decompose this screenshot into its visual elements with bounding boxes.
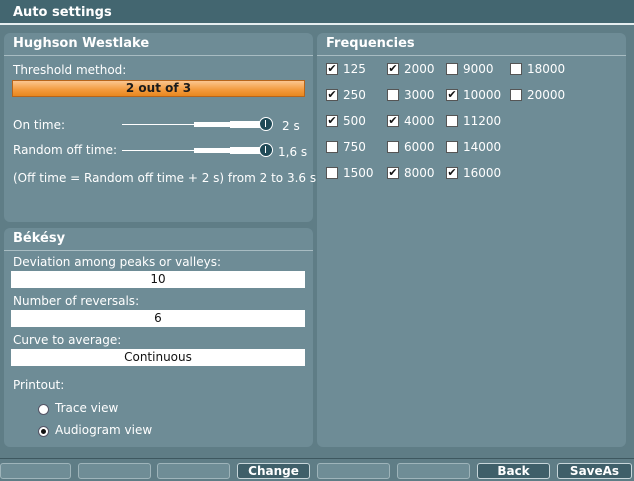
frequency-label: 10000 — [463, 88, 502, 102]
slider-knob[interactable] — [259, 143, 273, 157]
frequency-label: 500 — [343, 114, 366, 128]
on-time-value: 2 s — [282, 119, 300, 133]
slider-track — [122, 150, 196, 151]
frequency-checkbox[interactable] — [446, 115, 458, 127]
frequency-label: 750 — [343, 140, 366, 154]
frequency-label: 8000 — [404, 166, 435, 180]
frequency-label: 250 — [343, 88, 366, 102]
frequency-checkbox[interactable] — [446, 63, 458, 75]
frequency-label: 18000 — [527, 62, 566, 76]
frequency-label: 3000 — [404, 88, 435, 102]
reversals-field[interactable]: 6 — [11, 310, 305, 327]
frequency-label: 4000 — [404, 114, 435, 128]
off-time-note: (Off time = Random off time + 2 s) from … — [13, 171, 317, 185]
frequencies-panel: Frequencies ✔ 125 ✔ 2000 9000 18000 ✔ 250 3000 ✔ 1… — [317, 33, 626, 447]
slider-fill — [230, 121, 260, 128]
frequency-label: 11200 — [463, 114, 502, 128]
frequency-checkbox[interactable] — [510, 89, 522, 101]
frequency-label: 1500 — [343, 166, 374, 180]
panel-header: Frequencies — [317, 33, 626, 56]
toolbar-button-2[interactable] — [78, 463, 151, 479]
frequency-label: 6000 — [404, 140, 435, 154]
threshold-method-label: Threshold method: — [13, 63, 127, 77]
bottom-toolbar: Change Back SaveAs — [0, 458, 634, 481]
toolbar-button-5[interactable] — [317, 463, 390, 479]
back-button[interactable]: Back — [477, 463, 550, 479]
reversals-label: Number of reversals: — [13, 294, 140, 308]
frequency-checkbox[interactable] — [387, 89, 399, 101]
slider-fill — [194, 148, 230, 153]
saveas-button[interactable]: SaveAs — [557, 463, 632, 479]
curve-label: Curve to average: — [13, 333, 122, 347]
frequency-checkbox[interactable]: ✔ — [446, 167, 458, 179]
frequency-checkbox[interactable] — [387, 141, 399, 153]
panel-header: Hughson Westlake — [4, 33, 313, 56]
frequency-checkbox[interactable]: ✔ — [446, 89, 458, 101]
frequency-checkbox[interactable]: ✔ — [326, 89, 338, 101]
frequency-label: 16000 — [463, 166, 502, 180]
toolbar-button-1[interactable] — [0, 463, 71, 479]
audiogram-view-radio[interactable] — [38, 426, 49, 437]
frequency-label: 2000 — [404, 62, 435, 76]
frequency-label: 20000 — [527, 88, 566, 102]
audiogram-view-label: Audiogram view — [55, 423, 153, 437]
frequency-label: 9000 — [463, 62, 494, 76]
frequency-label: 14000 — [463, 140, 502, 154]
frequency-label: 125 — [343, 62, 366, 76]
deviation-field[interactable]: 10 — [11, 271, 305, 288]
frequency-checkbox[interactable] — [446, 141, 458, 153]
bekesy-title: Békésy — [13, 231, 66, 246]
toolbar-button-3[interactable] — [157, 463, 230, 479]
title-bar: Auto settings — [0, 0, 634, 25]
printout-label: Printout: — [13, 378, 65, 392]
bekesy-panel: Békésy Deviation among peaks or valleys:… — [4, 228, 313, 447]
hughson-westlake-panel: Hughson Westlake Threshold method: 2 out… — [4, 33, 317, 222]
window-title: Auto settings — [13, 5, 112, 20]
frequency-checkbox[interactable] — [326, 141, 338, 153]
frequency-checkbox[interactable]: ✔ — [387, 167, 399, 179]
deviation-label: Deviation among peaks or valleys: — [13, 255, 221, 269]
on-time-label: On time: — [13, 118, 66, 132]
panel-header: Békésy — [4, 228, 313, 251]
frequency-checkbox[interactable]: ✔ — [326, 63, 338, 75]
curve-field[interactable]: Continuous — [11, 349, 305, 366]
trace-view-radio[interactable] — [38, 404, 49, 415]
frequency-checkbox[interactable]: ✔ — [387, 115, 399, 127]
slider-knob[interactable] — [259, 117, 273, 131]
slider-fill — [194, 122, 230, 127]
frequencies-title: Frequencies — [326, 36, 415, 51]
random-off-time-value: 1,6 s — [278, 145, 308, 159]
slider-fill — [230, 147, 260, 154]
hughson-title: Hughson Westlake — [13, 36, 150, 51]
change-button[interactable]: Change — [237, 463, 310, 479]
frequency-checkbox[interactable] — [326, 167, 338, 179]
random-off-time-label: Random off time: — [13, 143, 118, 157]
frequency-checkbox[interactable]: ✔ — [387, 63, 399, 75]
toolbar-button-6[interactable] — [397, 463, 470, 479]
trace-view-label: Trace view — [55, 401, 119, 415]
threshold-method-select[interactable]: 2 out of 3 — [12, 80, 305, 97]
frequency-checkbox[interactable]: ✔ — [326, 115, 338, 127]
slider-track — [122, 124, 196, 125]
frequency-checkbox[interactable] — [510, 63, 522, 75]
